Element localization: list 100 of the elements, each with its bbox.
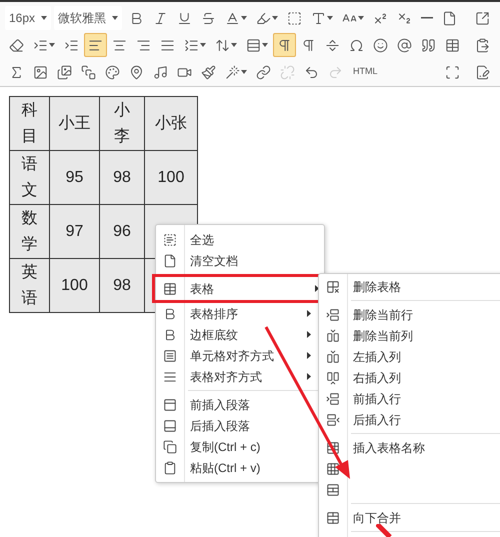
edit-file-icon xyxy=(475,64,490,80)
menu-item[interactable]: 插入表格名称 xyxy=(319,437,500,458)
menu-item[interactable]: 复制(Ctrl + c) xyxy=(156,436,317,457)
bold-icon xyxy=(163,306,177,320)
menu-item[interactable]: 表格对齐方式 xyxy=(156,366,317,387)
page-break-icon xyxy=(325,38,340,52)
italic-icon xyxy=(153,10,168,26)
merge-down-icon xyxy=(326,510,340,524)
caret-icon xyxy=(200,43,206,47)
indent-icon xyxy=(33,38,48,52)
align-left-icon xyxy=(88,38,103,52)
table-cell: 英语 xyxy=(10,258,50,312)
menu-item[interactable]: 粘贴(Ctrl + v) xyxy=(156,457,317,478)
cell-align-icon xyxy=(163,348,177,362)
table-cell: 小张 xyxy=(144,96,198,150)
magic-wand-icon xyxy=(225,64,240,80)
menu-item[interactable]: 删除当前列 xyxy=(319,325,500,346)
palette-icon xyxy=(105,64,120,80)
table-cell: 96 xyxy=(100,204,144,258)
page-icon xyxy=(442,10,458,26)
table-split-icon xyxy=(326,482,340,496)
caret-icon xyxy=(262,43,268,47)
undo-icon xyxy=(304,64,319,80)
pilcrow-icon xyxy=(277,38,292,52)
smiley-icon xyxy=(373,38,388,52)
line-height-icon xyxy=(184,38,199,52)
caret-icon xyxy=(241,70,247,74)
align-justify-icon xyxy=(160,38,175,52)
quote-icon xyxy=(421,38,436,52)
caret-icon xyxy=(241,16,248,20)
indent-right-icon xyxy=(64,38,79,52)
toolbar-button[interactable] xyxy=(273,33,296,57)
superscript-icon xyxy=(373,10,388,26)
dropdown-select[interactable]: 微软雅黑 xyxy=(54,6,122,30)
highlight-icon xyxy=(256,10,272,26)
menu-item[interactable]: 清空文档 xyxy=(156,250,317,271)
dropdown-select[interactable]: 16px xyxy=(5,6,52,30)
font-color-icon xyxy=(225,10,240,26)
caret-icon xyxy=(327,16,334,20)
at-sign-icon xyxy=(397,38,412,52)
insert-row-below-icon xyxy=(326,412,340,426)
insert-column-right-icon xyxy=(326,370,340,384)
table-cell: 98 xyxy=(100,150,144,204)
insert-row-above-icon xyxy=(326,392,340,406)
table-cell: 数学 xyxy=(10,204,50,258)
align-justify-icon xyxy=(163,370,177,384)
delete-column-icon xyxy=(326,328,340,342)
table-cell: 95 xyxy=(50,150,100,204)
menu-item[interactable]: 边框底纹 xyxy=(156,324,317,345)
delete-table-icon xyxy=(326,280,340,294)
caret-icon xyxy=(358,16,364,20)
strikethrough-icon xyxy=(201,10,216,26)
bold-icon xyxy=(163,328,177,342)
clipboard-icon xyxy=(163,460,177,474)
fullscreen-icon xyxy=(445,64,460,80)
underline-icon xyxy=(177,10,192,26)
unlink-icon xyxy=(280,64,295,80)
toolbar-button[interactable] xyxy=(84,33,107,57)
table-icon xyxy=(163,282,177,296)
menu-item[interactable]: 表格排序 xyxy=(156,303,317,324)
music-icon xyxy=(153,64,168,80)
paragraph-spacing-icon xyxy=(246,38,261,52)
menu-item[interactable]: 前插入段落 xyxy=(156,394,317,415)
horizontal-rule-icon xyxy=(421,17,434,19)
redo-icon xyxy=(328,64,343,80)
align-right-icon xyxy=(136,38,151,52)
menu-item[interactable]: 单元格对齐方式 xyxy=(156,345,317,366)
table-cell: 97 xyxy=(50,204,100,258)
table-cell: 98 xyxy=(100,258,144,312)
link-icon xyxy=(256,64,271,80)
omega-icon xyxy=(349,38,364,52)
table-caption-icon xyxy=(326,440,340,454)
paragraph-before-icon xyxy=(163,398,177,412)
menu-item[interactable]: 后插入段落 xyxy=(156,415,317,436)
table-cell: 语文 xyxy=(10,150,50,204)
clipboard-icon xyxy=(475,38,490,52)
image-icon xyxy=(33,64,48,80)
pilcrow-icon xyxy=(301,38,316,52)
menu-item[interactable]: 前插入行 xyxy=(319,388,500,409)
html-button[interactable]: HTML xyxy=(348,60,382,84)
menu-item[interactable]: 删除当前行 xyxy=(319,304,500,325)
border-icon xyxy=(287,10,302,26)
align-center-icon xyxy=(112,38,127,52)
menu-item[interactable]: 后插入行 xyxy=(319,409,500,430)
page-icon xyxy=(163,254,177,268)
table-icon xyxy=(445,38,460,52)
table-cell: 科目 xyxy=(10,96,50,150)
paintbrush-icon xyxy=(201,64,216,80)
subscript-icon xyxy=(397,10,412,26)
table-cell: 小李 xyxy=(100,96,144,150)
caret-icon xyxy=(112,16,118,20)
menu-item[interactable]: 全选 xyxy=(156,229,317,250)
insert-column-left-icon xyxy=(326,350,340,364)
menu-item[interactable]: 向下合并 xyxy=(319,507,500,528)
menu-item[interactable]: 左插入列 xyxy=(319,346,500,367)
menu-item[interactable]: 右插入列 xyxy=(319,367,500,388)
spacing-icon xyxy=(215,38,230,52)
delete-row-icon xyxy=(326,308,340,322)
map-pin-icon xyxy=(129,64,144,80)
copy-icon xyxy=(163,440,177,454)
